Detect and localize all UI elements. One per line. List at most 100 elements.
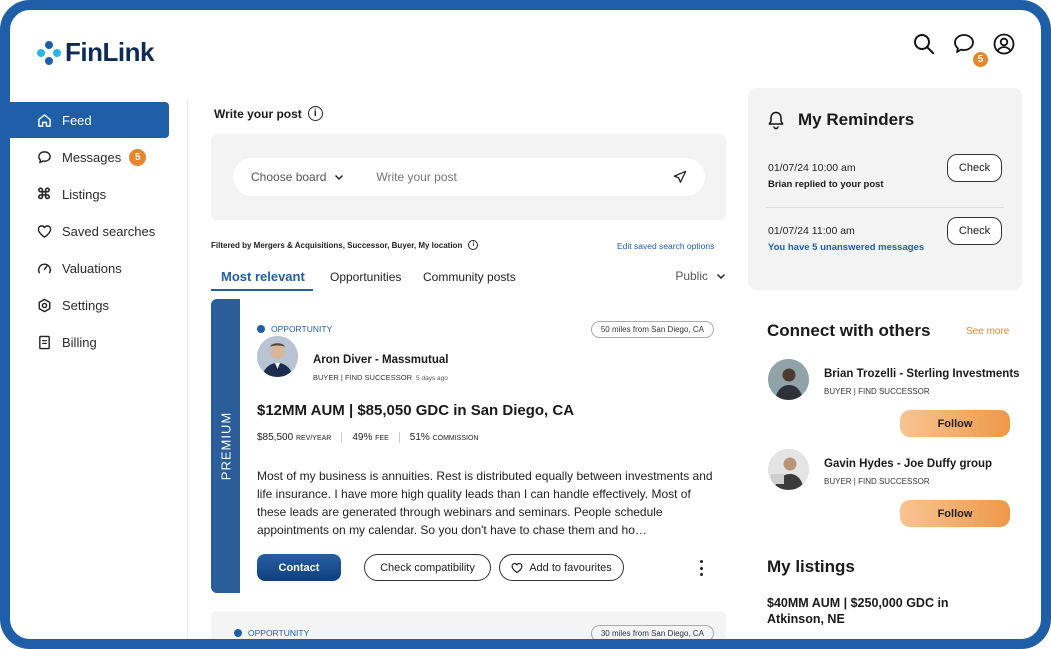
reminders-title: My Reminders (798, 110, 915, 129)
filter-summary: Filtered by Mergers & Acquisitions, Succ… (211, 240, 479, 250)
author-role-text: BUYER | FIND SUCCESSOR (313, 373, 413, 382)
connect-title: Connect with others (767, 321, 931, 340)
stat-value: $85,500 (257, 432, 294, 443)
post-title[interactable]: $12MM AUM | $85,050 GDC in San Diego, CA (257, 402, 574, 419)
reminder-message: Brian replied to your post (768, 179, 884, 190)
avatar[interactable] (768, 449, 809, 490)
check-reminder-button[interactable]: Check (947, 154, 1002, 182)
check-compatibility-label: Check compatibility (380, 561, 475, 574)
composer-bar: Choose board (233, 158, 705, 196)
sidebar-item-label: Settings (62, 297, 109, 313)
active-tab-underline (211, 289, 313, 291)
author-role: BUYER | FIND SUCCESSOR 5 days ago (313, 373, 448, 382)
my-listings-title: My listings (767, 557, 855, 576)
person-name[interactable]: Gavin Hydes - Joe Duffy group (824, 458, 992, 470)
filter-info-icon[interactable]: i (468, 240, 479, 250)
tag-dot-icon (234, 629, 242, 637)
stat-revenue: $85,500 REV/YEAR (257, 432, 343, 443)
reminders-header: My Reminders (766, 110, 914, 130)
stat-fee: 49% FEE (352, 432, 400, 443)
distance-pill: 30 miles from San Diego, CA (590, 625, 714, 639)
app-window: FinLink 5 Feed Messages 5 ⌘ Listings Sav… (10, 10, 1041, 639)
post-card: PREMIUM OPPORTUNITY 50 miles from San Di… (211, 299, 726, 593)
add-to-favourites-label: Add to favourites (529, 561, 612, 574)
reminder-date: 01/07/24 11:00 am (768, 225, 855, 237)
stat-value: 49% (352, 432, 373, 443)
send-icon[interactable] (673, 170, 687, 184)
header-actions: 5 (912, 32, 1016, 68)
sidebar-item-label: Billing (62, 334, 97, 350)
filter-text: Filtered by Mergers & Acquisitions, Succ… (211, 240, 463, 250)
sidebar-item-listings[interactable]: ⌘ Listings (10, 176, 170, 212)
post-composer: Choose board (211, 134, 726, 220)
person-name[interactable]: Brian Trozelli - Sterling Investments (824, 368, 1020, 380)
premium-label: PREMIUM (218, 411, 234, 481)
sidebar-item-label: Saved searches (62, 223, 156, 239)
messages-count-badge: 5 (129, 148, 147, 166)
chevron-down-icon (335, 174, 344, 181)
gear-icon (36, 297, 52, 313)
opportunity-tag-label: OPPORTUNITY (248, 628, 310, 638)
edit-saved-search-link[interactable]: Edit saved search options (617, 241, 714, 251)
logo-mark-icon (37, 40, 61, 65)
sidebar-item-settings[interactable]: Settings (10, 287, 170, 323)
composer-title-text: Write your post (214, 106, 302, 121)
author-name[interactable]: Aron Diver - Massmutual (313, 354, 448, 366)
see-more-link[interactable]: See more (966, 326, 1009, 337)
reminder-item: 01/07/24 10:00 am Brian replied to your … (768, 162, 884, 190)
document-icon (36, 334, 52, 350)
feed-tabs: Most relevant Opportunities Community po… (211, 269, 726, 291)
opportunity-tag: OPPORTUNITY (234, 628, 309, 638)
sidebar-item-label: Feed (62, 112, 92, 128)
more-options-icon[interactable] (698, 560, 704, 576)
command-icon: ⌘ (36, 186, 52, 203)
follow-button[interactable]: Follow (900, 500, 1010, 527)
stat-unit: REV/YEAR (295, 435, 332, 442)
bell-icon (768, 111, 784, 130)
app-frame: FinLink 5 Feed Messages 5 ⌘ Listings Sav… (0, 0, 1051, 649)
reminder-message[interactable]: You have 5 unanswered messages (768, 242, 924, 253)
tab-most-relevant[interactable]: Most relevant (221, 269, 305, 291)
distance-pill: 50 miles from San Diego, CA (590, 321, 714, 338)
contact-button[interactable]: Contact (257, 554, 341, 581)
tab-opportunities[interactable]: Opportunities (330, 270, 401, 292)
stat-unit: FEE (375, 435, 389, 442)
info-icon[interactable]: i (307, 106, 323, 121)
post-stats: $85,500 REV/YEAR 49% FEE 51% COMMISSION (257, 432, 498, 443)
post-body: OPPORTUNITY 50 miles from San Diego, CA … (240, 299, 726, 547)
avatar[interactable] (257, 336, 298, 377)
premium-ribbon: PREMIUM (211, 299, 240, 593)
tab-community-posts[interactable]: Community posts (423, 270, 516, 292)
sidebar-item-feed[interactable]: Feed (10, 102, 169, 138)
home-icon (36, 112, 52, 128)
stat-value: 51% (409, 432, 430, 443)
sidebar-item-saved-searches[interactable]: Saved searches (10, 213, 170, 249)
sidebar-item-billing[interactable]: Billing (10, 324, 170, 360)
post-actions: Contact Check compatibility Add to favou… (240, 547, 726, 593)
sidebar-divider (187, 100, 188, 639)
opportunity-tag: OPPORTUNITY (257, 324, 332, 334)
gauge-icon (36, 260, 52, 276)
user-icon[interactable] (992, 32, 1016, 56)
choose-board-dropdown[interactable]: Choose board (251, 170, 344, 184)
follow-button[interactable]: Follow (900, 410, 1010, 437)
search-icon[interactable] (912, 32, 936, 56)
finlink-logo[interactable]: FinLink (37, 37, 154, 68)
person-role: BUYER | FIND SUCCESSOR (824, 477, 930, 486)
sidebar-item-label: Messages (62, 149, 122, 165)
check-reminder-button[interactable]: Check (947, 217, 1002, 245)
sidebar-item-messages[interactable]: Messages 5 (10, 139, 170, 175)
post-input[interactable] (376, 170, 673, 184)
check-compatibility-button[interactable]: Check compatibility (364, 554, 491, 581)
avatar[interactable] (768, 359, 809, 400)
visibility-dropdown[interactable]: Public (675, 269, 726, 283)
chat-icon[interactable]: 5 (952, 32, 989, 68)
listing-title[interactable]: $40MM AUM | $250,000 GDC in Atkinson, NE (767, 595, 997, 627)
sidebar-item-label: Listings (62, 186, 107, 202)
visibility-label: Public (675, 269, 708, 283)
choose-board-label: Choose board (251, 170, 327, 184)
sidebar-item-valuations[interactable]: Valuations (10, 250, 170, 286)
reminder-item: 01/07/24 11:00 am You have 5 unanswered … (768, 225, 924, 253)
opportunity-tag-label: OPPORTUNITY (271, 324, 333, 334)
add-to-favourites-button[interactable]: Add to favourites (499, 554, 624, 581)
